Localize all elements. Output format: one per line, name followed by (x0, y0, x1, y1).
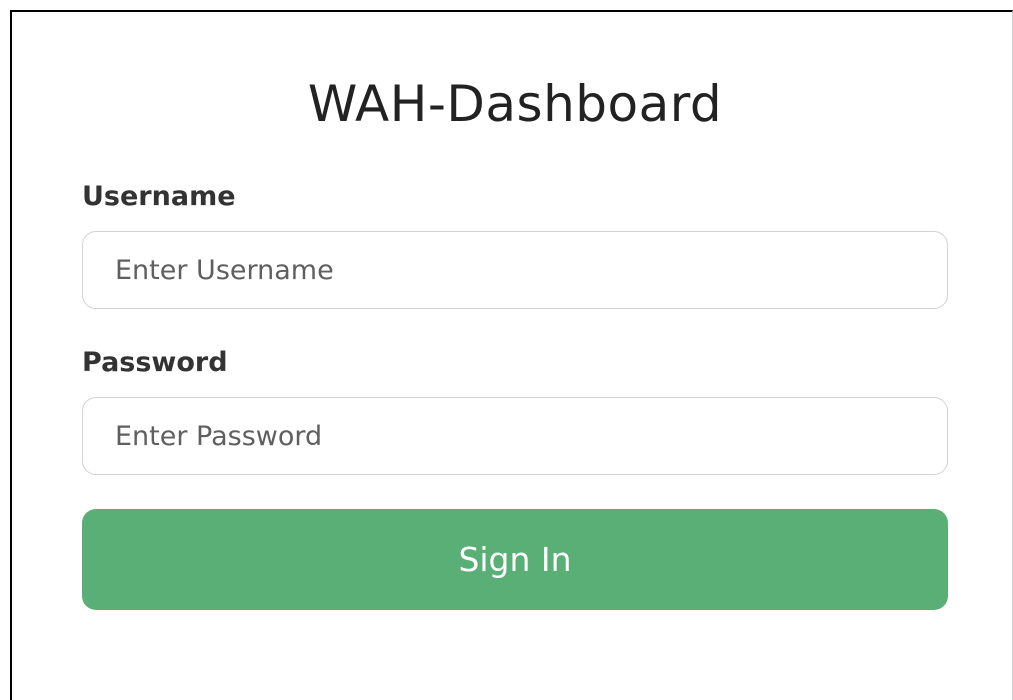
sign-in-button[interactable]: Sign In (82, 509, 948, 610)
password-label: Password (82, 347, 228, 378)
password-input[interactable] (82, 397, 948, 475)
page-title: WAH-Dashboard (307, 75, 723, 133)
username-input[interactable] (82, 231, 948, 309)
login-window: WAH-Dashboard Username Password Sign In (10, 10, 1013, 700)
username-label: Username (82, 181, 236, 212)
